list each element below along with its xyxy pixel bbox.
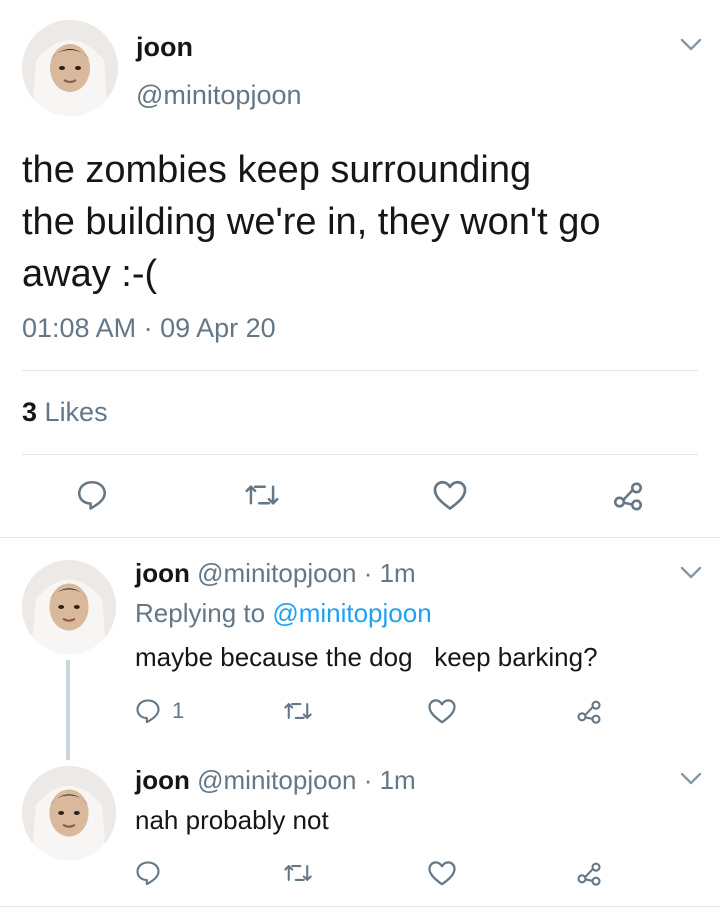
share-icon	[577, 862, 601, 886]
display-name[interactable]: joon	[135, 558, 190, 588]
retweet-button[interactable]	[283, 697, 313, 725]
retweet-icon	[284, 865, 312, 881]
bottom-divider	[0, 906, 720, 907]
share-icon	[613, 482, 643, 511]
tweet-text: the zombies keep surrounding the buildin…	[22, 144, 601, 300]
reply-button[interactable]	[134, 859, 162, 887]
share-button[interactable]	[574, 697, 604, 725]
avatar[interactable]	[22, 560, 116, 654]
likes-stat[interactable]: 3 Likes	[22, 397, 108, 428]
tweet-text-line: away :-(	[22, 253, 158, 295]
chevron-down-icon[interactable]	[680, 566, 702, 585]
chevron-down-icon[interactable]	[680, 38, 702, 57]
divider	[22, 454, 698, 455]
chevron-down-icon[interactable]	[680, 772, 702, 791]
like-icon	[433, 480, 467, 510]
share-button[interactable]	[574, 859, 604, 887]
like-icon	[428, 699, 456, 724]
reply-header: joon @minitopjoon · 1m	[135, 765, 416, 796]
replying-to: Replying to @minitopjoon	[135, 598, 432, 629]
divider	[22, 370, 698, 371]
tweet-text-line: the building we're in, they won't go	[22, 201, 601, 243]
retweet-icon	[284, 703, 312, 719]
reply-text: maybe because the dog keep barking?	[135, 642, 598, 672]
likes-count: 3	[22, 397, 38, 427]
likes-label: Likes	[44, 397, 108, 427]
retweet-button[interactable]	[283, 859, 313, 887]
handle[interactable]: @minitopjoon	[197, 558, 356, 588]
time[interactable]: · 1m	[364, 765, 416, 795]
reply-icon	[136, 861, 160, 886]
retweet-icon	[245, 485, 279, 505]
timestamp[interactable]: 01:08 AM · 09 Apr 20	[22, 313, 276, 344]
reply-header: joon @minitopjoon · 1m	[135, 558, 416, 589]
handle[interactable]: @minitopjoon	[197, 765, 356, 795]
thread-line	[66, 660, 70, 760]
reply-text: nah probably not	[135, 805, 329, 835]
avatar[interactable]	[22, 766, 116, 860]
reply-icon	[77, 480, 107, 510]
share-button[interactable]	[610, 478, 646, 512]
reply-button[interactable]	[75, 478, 109, 512]
tweet-text-line: the zombies keep surrounding	[22, 149, 532, 191]
share-icon	[577, 700, 601, 724]
replying-handle-link[interactable]: @minitopjoon	[272, 598, 431, 628]
handle[interactable]: @minitopjoon	[136, 80, 302, 111]
display-name[interactable]: joon	[136, 32, 193, 63]
like-button[interactable]	[432, 478, 468, 512]
section-divider	[0, 537, 720, 538]
retweet-button[interactable]	[244, 478, 280, 512]
reply-count: 1	[172, 698, 185, 723]
display-name[interactable]: joon	[135, 765, 190, 795]
like-button[interactable]	[427, 859, 457, 887]
replying-prefix: Replying to	[135, 598, 266, 628]
time[interactable]: · 1m	[364, 558, 416, 588]
like-icon	[428, 861, 456, 886]
reply-icon	[136, 699, 160, 724]
reply-button[interactable]: 1	[134, 697, 184, 725]
avatar[interactable]	[22, 20, 118, 116]
like-button[interactable]	[427, 697, 457, 725]
